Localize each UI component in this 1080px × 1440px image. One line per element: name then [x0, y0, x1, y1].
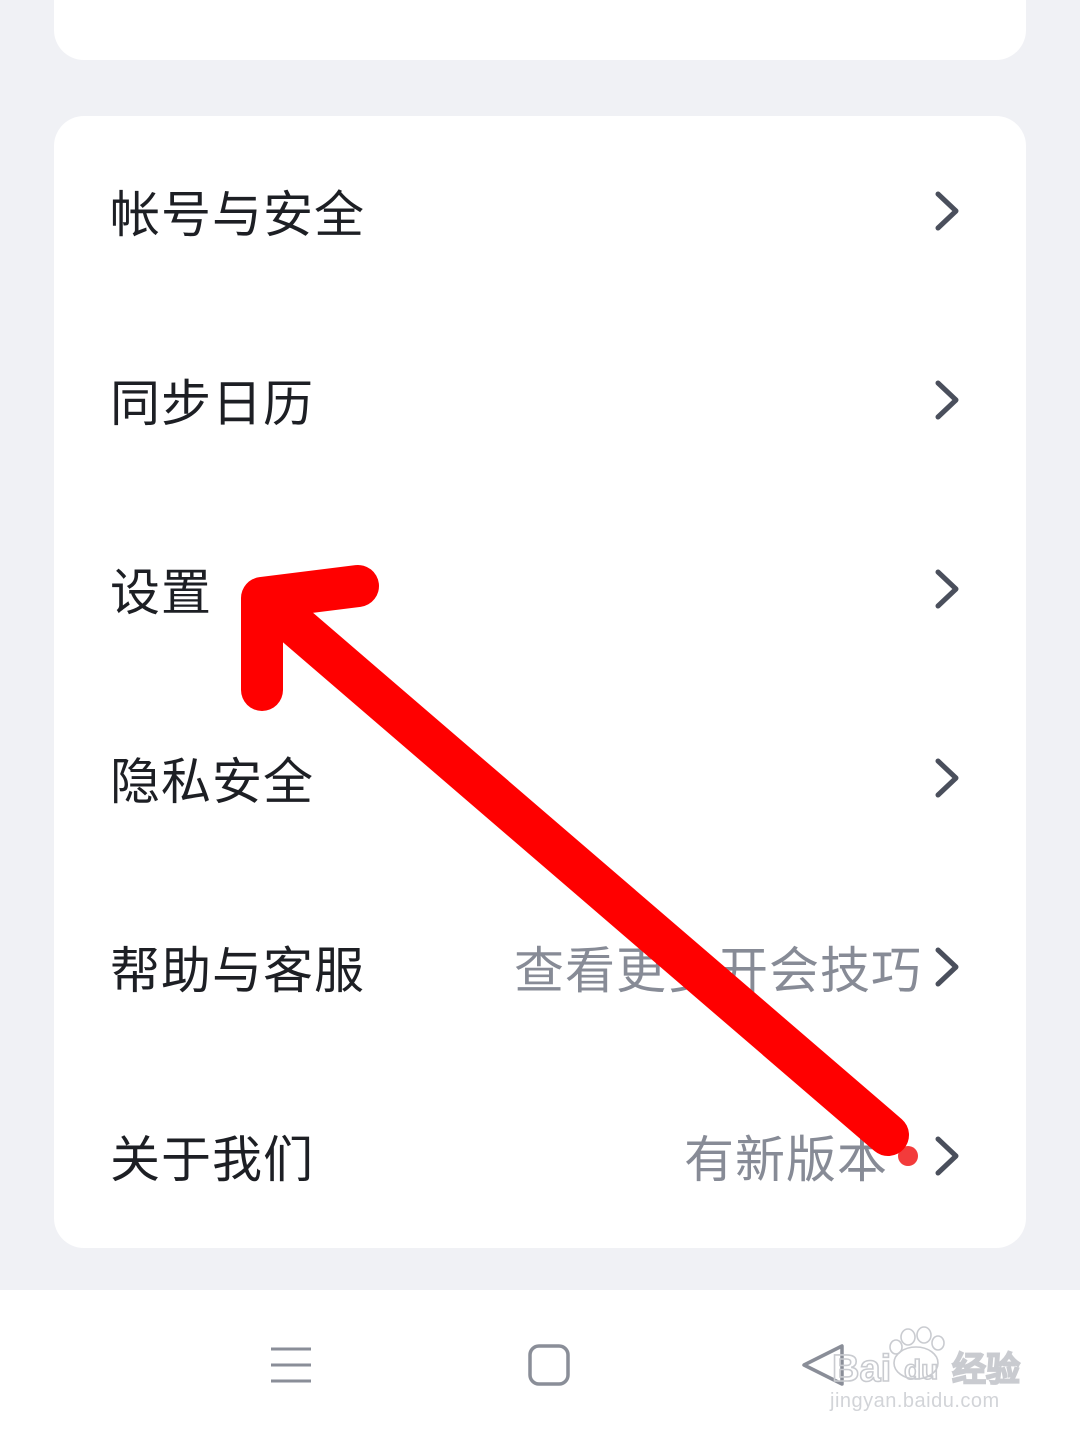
previous-card: [54, 0, 1026, 60]
chevron-right-icon: [935, 569, 959, 608]
settings-item-label: 设置: [110, 563, 212, 622]
settings-item-privacy-security[interactable]: 隐私安全: [54, 683, 1026, 872]
home-button[interactable]: [499, 1330, 599, 1400]
chevron-right-icon: [935, 380, 959, 419]
settings-item-hint: 有新版本: [684, 1130, 888, 1189]
settings-item-label: 帐号与安全: [110, 185, 365, 244]
chevron-right-icon: [935, 758, 959, 797]
settings-item-hint: 查看更多开会技巧: [514, 941, 922, 1000]
chevron-right-icon: [935, 947, 959, 986]
svg-text:du: du: [904, 1354, 938, 1385]
settings-item-label: 同步日历: [110, 374, 314, 433]
settings-item-about-us[interactable]: 关于我们 有新版本: [54, 1061, 1026, 1250]
settings-item-account-security[interactable]: 帐号与安全: [54, 116, 1026, 305]
chevron-right-icon: [935, 1136, 959, 1175]
settings-item-label: 隐私安全: [110, 752, 314, 811]
settings-item-help-support[interactable]: 帮助与客服 查看更多开会技巧: [54, 872, 1026, 1061]
watermark-url: jingyan.baidu.com: [830, 1390, 1000, 1412]
settings-card: 帐号与安全 同步日历 设置 隐私安全 帮助与客服 查看更多开会技巧 关于我们 有…: [54, 116, 1026, 1248]
settings-item-label: 关于我们: [110, 1130, 314, 1189]
menu-button[interactable]: [241, 1330, 341, 1400]
chevron-right-icon: [935, 191, 959, 230]
watermark-brand-suffix: 经验: [952, 1350, 1020, 1389]
watermark-brand: Bai: [832, 1348, 891, 1390]
settings-item-settings[interactable]: 设置: [54, 494, 1026, 683]
menu-icon: [271, 1347, 311, 1383]
new-version-badge: [898, 1145, 918, 1166]
settings-item-sync-calendar[interactable]: 同步日历: [54, 305, 1026, 494]
home-square-icon: [528, 1344, 570, 1386]
settings-item-label: 帮助与客服: [110, 941, 365, 1000]
